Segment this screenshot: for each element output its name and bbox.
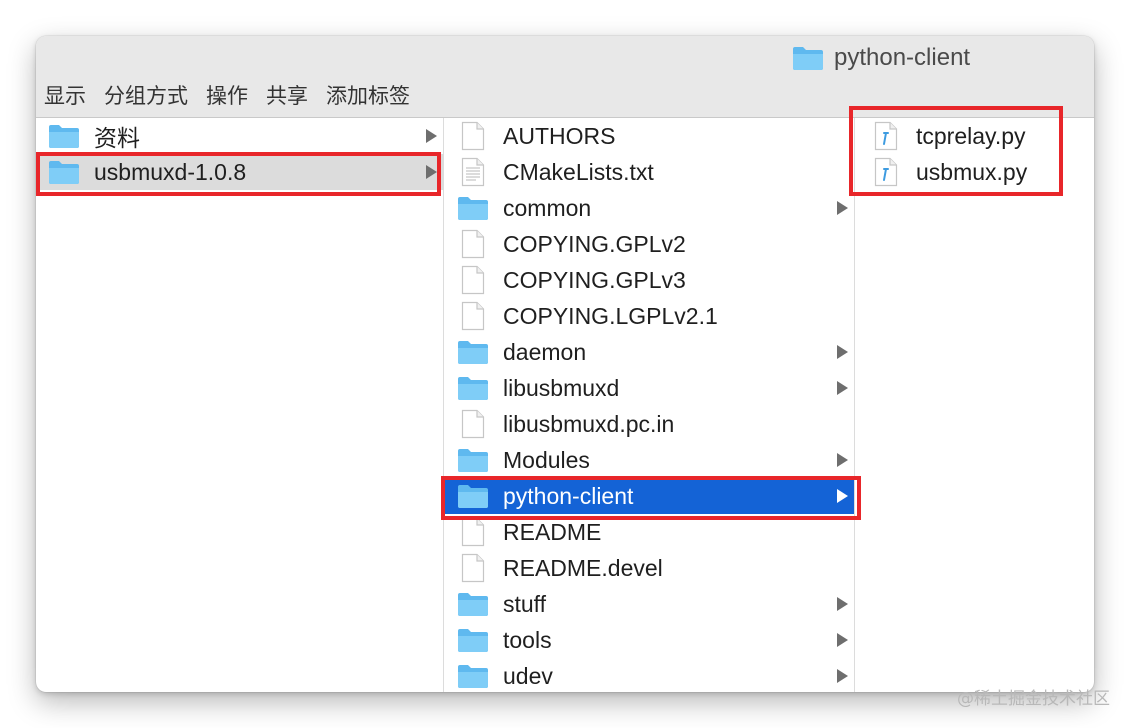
list-item-label: Modules [503, 446, 590, 473]
toolbar-add-tag-button[interactable]: 添加标签 [326, 80, 410, 110]
list-item-tcprelay-py[interactable]: tcprelay.py [856, 118, 1094, 154]
window-title: python-client [792, 44, 970, 72]
list-item-label: COPYING.GPLv3 [503, 266, 686, 293]
python-file-icon [870, 157, 902, 187]
list-item-label: daemon [503, 338, 587, 365]
list-item-copying-gplv3[interactable]: COPYING.GPLv3 [445, 262, 854, 298]
folder-icon [457, 338, 489, 366]
list-item-label: udev [503, 662, 553, 689]
file-icon [457, 229, 489, 259]
folder-icon [457, 590, 489, 618]
toolbar-share-button[interactable]: 共享 [266, 80, 308, 110]
disclosure-arrow-icon [837, 381, 848, 395]
column-1: 资料 usbmuxd-1.0.8 [36, 118, 444, 692]
disclosure-arrow-icon [837, 453, 848, 467]
list-item-udev[interactable]: udev [445, 658, 854, 692]
list-item-label: libusbmuxd.pc.in [503, 410, 675, 437]
list-item-stuff[interactable]: stuff [445, 586, 854, 622]
list-item-label: COPYING.LGPLv2.1 [503, 302, 718, 329]
list-item-label: tcprelay.py [916, 122, 1026, 149]
file-icon [457, 409, 489, 439]
list-item-common[interactable]: common [445, 190, 854, 226]
list-item-label: common [503, 194, 592, 221]
disclosure-arrow-icon [837, 669, 848, 683]
text-file-icon [457, 157, 489, 187]
list-item-label: COPYING.GPLv2 [503, 230, 686, 257]
file-icon [457, 517, 489, 547]
list-item-cmakelists-txt[interactable]: CMakeLists.txt [445, 154, 854, 190]
list-item-label: libusbmuxd [503, 374, 620, 401]
list-item-usbmuxd-1-0-8[interactable]: usbmuxd-1.0.8 [36, 154, 443, 190]
list-item-label: usbmuxd-1.0.8 [94, 158, 247, 185]
column-3: tcprelay.py usbmux.py [856, 118, 1094, 692]
list-item-libusbmuxd[interactable]: libusbmuxd [445, 370, 854, 406]
folder-icon [457, 662, 489, 690]
list-item-usbmux-py[interactable]: usbmux.py [856, 154, 1094, 190]
disclosure-arrow-icon [837, 633, 848, 647]
watermark: @稀土掘金技术社区 [957, 689, 1110, 709]
disclosure-arrow-icon [837, 201, 848, 215]
list-item-modules[interactable]: Modules [445, 442, 854, 478]
title-bar: python-client 显示 分组方式 操作 共享 添加标签 [36, 36, 1094, 118]
toolbar-action-button[interactable]: 操作 [206, 80, 248, 110]
disclosure-arrow-icon [426, 129, 437, 143]
file-icon [457, 301, 489, 331]
list-item-readme[interactable]: README [445, 514, 854, 550]
file-icon [457, 553, 489, 583]
folder-icon [457, 446, 489, 474]
list-item-libusbmuxd-pc-in[interactable]: libusbmuxd.pc.in [445, 406, 854, 442]
list-item-copying-lgplv2-1[interactable]: COPYING.LGPLv2.1 [445, 298, 854, 334]
folder-icon [457, 626, 489, 654]
file-icon [457, 265, 489, 295]
list-item-daemon[interactable]: daemon [445, 334, 854, 370]
list-item-label: python-client [503, 482, 634, 509]
file-icon [457, 121, 489, 151]
list-item-label: README.devel [503, 554, 663, 581]
folder-icon [48, 122, 80, 150]
list-item-authors[interactable]: AUTHORS [445, 118, 854, 154]
finder-window: python-client 显示 分组方式 操作 共享 添加标签 资料 usbmu… [36, 36, 1094, 692]
list-item-tools[interactable]: tools [445, 622, 854, 658]
list-item-label: tools [503, 626, 552, 653]
window-title-label: python-client [834, 44, 971, 71]
python-file-icon [870, 121, 902, 151]
toolbar-group-button[interactable]: 分组方式 [104, 80, 188, 110]
folder-icon [457, 194, 489, 222]
toolbar: 显示 分组方式 操作 共享 添加标签 [44, 80, 428, 110]
list-item-label: 资料 [94, 125, 140, 151]
disclosure-arrow-icon [426, 165, 437, 179]
toolbar-view-button[interactable]: 显示 [44, 80, 86, 110]
folder-icon [792, 45, 824, 71]
list-item-label: AUTHORS [503, 122, 616, 149]
list-item-label: README [503, 518, 602, 545]
folder-icon [457, 374, 489, 402]
folder-icon [48, 158, 80, 186]
disclosure-arrow-icon [837, 345, 848, 359]
list-item-python-client[interactable]: python-client [445, 478, 854, 514]
folder-icon [457, 482, 489, 510]
list-item-item-0[interactable]: 资料 [36, 118, 443, 154]
disclosure-arrow-icon [837, 489, 848, 503]
list-item-label: usbmux.py [916, 158, 1028, 185]
list-item-label: CMakeLists.txt [503, 158, 654, 185]
disclosure-arrow-icon [837, 597, 848, 611]
list-item-copying-gplv2[interactable]: COPYING.GPLv2 [445, 226, 854, 262]
column-2: AUTHORS CMakeLists.txt common COPYING.GPLv2… [445, 118, 855, 692]
list-item-readme-devel[interactable]: README.devel [445, 550, 854, 586]
list-item-label: stuff [503, 590, 547, 617]
